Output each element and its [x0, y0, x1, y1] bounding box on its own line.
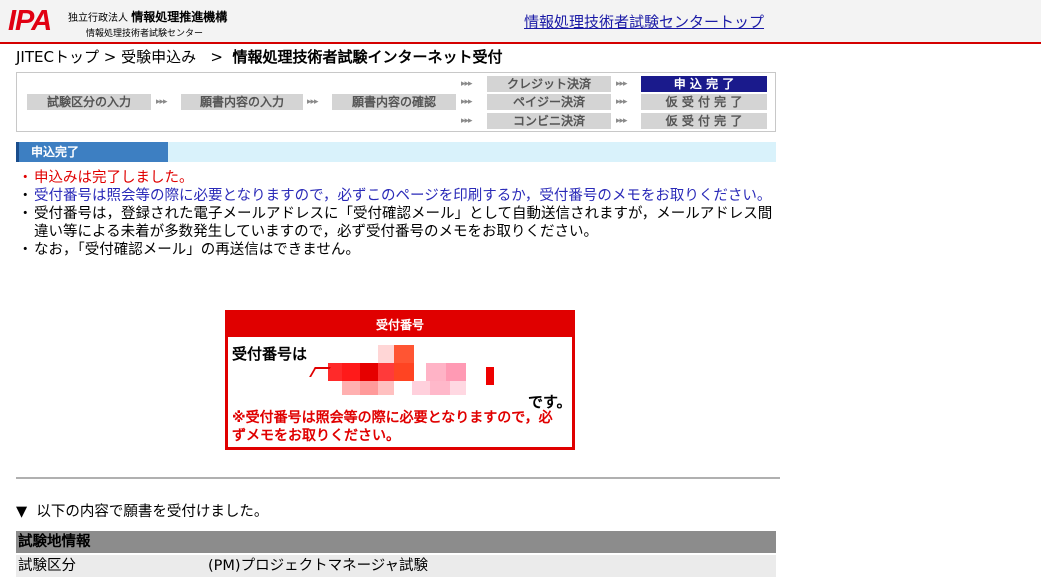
received-heading: ▼ 以下の内容で願書を受付けました。: [16, 500, 268, 521]
receipt-warning: ※受付番号は照会等の際に必要となりますので，必ずメモをお取りください。: [232, 410, 553, 444]
note-no-resend: ・ なお，「受付確認メール」の再送信はできません。: [16, 241, 776, 259]
step-convenience-payment: コンビニ決済: [487, 113, 611, 129]
step-arrow-icon: ▸▸▸: [461, 79, 473, 89]
step-provisional-accept-convenience: 仮 受 付 完 了: [641, 113, 767, 129]
org-name: 独立行政法人 情報処理推進機構: [68, 8, 227, 25]
breadcrumb-separator: >: [205, 48, 228, 66]
step-arrow-icon: ▸▸▸: [156, 97, 168, 107]
divider: [16, 477, 780, 479]
row-value: (PM)プロジェクトマネージャ試験: [208, 558, 429, 574]
step-payeasy-payment: ペイジー決済: [487, 94, 611, 110]
ipa-logo[interactable]: IPA: [8, 5, 52, 38]
org-center: 情報処理技術者試験センター: [86, 29, 204, 39]
bullet: ・: [18, 206, 33, 222]
step-arrow-icon: ▸▸▸: [616, 79, 628, 89]
step-provisional-accept-payeasy: 仮 受 付 完 了: [641, 94, 767, 110]
bullet: ・: [18, 242, 33, 258]
step-application-confirm: 願書内容の確認: [332, 94, 456, 110]
bullet: ・: [18, 170, 33, 186]
exam-site-info-heading: 試験地情報: [16, 531, 776, 553]
note-text: 受付番号は，登録された電子メールアドレスに「受付確認メール」として自動送信されま…: [34, 206, 773, 240]
breadcrumb-current: 情報処理技術者試験インターネット受付: [232, 48, 503, 66]
step-credit-payment: クレジット決済: [487, 76, 611, 92]
step-application-input: 願書内容の入力: [181, 94, 303, 110]
step-arrow-icon: ▸▸▸: [461, 116, 473, 126]
bullet: ・: [18, 188, 33, 204]
receipt-box-title: 受付番号: [228, 313, 572, 337]
received-text: 以下の内容で願書を受付けました。: [36, 504, 269, 520]
step-application-complete: 申 込 完 了: [641, 76, 767, 92]
exam-center-top-link[interactable]: 情報処理技術者試験センタートップ: [524, 11, 764, 32]
org-name-main: 情報処理推進機構: [131, 10, 228, 24]
row-key: 試験区分: [18, 558, 76, 574]
triangle-down-icon: ▼: [16, 504, 28, 520]
step-arrow-icon: ▸▸▸: [616, 97, 628, 107]
redacted-receipt-number: [308, 345, 498, 405]
note-text: 受付番号は照会等の際に必要となりますので，必ずこのページを印刷するか，受付番号の…: [34, 188, 772, 204]
table-row: 試験区分 (PM)プロジェクトマネージャ試験: [16, 555, 776, 577]
receipt-label: 受付番号は: [232, 345, 308, 363]
site-header: IPA 独立行政法人 情報処理推進機構 情報処理技術者試験センター 情報処理技術…: [0, 0, 1041, 44]
note-email-info: ・ 受付番号は，登録された電子メールアドレスに「受付確認メール」として自動送信さ…: [16, 205, 776, 241]
note-text: なお，「受付確認メール」の再送信はできません。: [34, 242, 360, 258]
step-exam-category: 試験区分の入力: [27, 94, 151, 110]
note-print-reminder: ・ 受付番号は照会等の際に必要となりますので，必ずこのページを印刷するか，受付番…: [16, 187, 776, 205]
step-arrow-icon: ▸▸▸: [307, 97, 319, 107]
receipt-number-box: 受付番号 受付番号は です。 ※受付番号は照会等の際に必要となりますので，必ずメ…: [225, 310, 575, 450]
section-title: 申込完了: [16, 142, 168, 162]
completion-notes: ・ 申込みは完了しました。 ・ 受付番号は照会等の際に必要となりますので，必ずこ…: [16, 169, 776, 259]
org-prefix: 独立行政法人: [68, 13, 128, 24]
step-arrow-icon: ▸▸▸: [616, 116, 628, 126]
section-header: 申込完了: [16, 142, 776, 162]
note-text: 申込みは完了しました。: [34, 170, 194, 186]
breadcrumb-jitec-top[interactable]: JITECトップ: [16, 48, 99, 66]
note-completed: ・ 申込みは完了しました。: [16, 169, 776, 187]
breadcrumb-separator: >: [98, 48, 122, 66]
breadcrumb: JITECトップ > 受験申込み > 情報処理技術者試験インターネット受付: [16, 46, 503, 67]
progress-steps: 試験区分の入力 ▸▸▸ 願書内容の入力 ▸▸▸ 願書内容の確認 ▸▸▸ ▸▸▸ …: [16, 72, 776, 132]
step-arrow-icon: ▸▸▸: [461, 97, 473, 107]
breadcrumb-application[interactable]: 受験申込み: [121, 48, 196, 66]
